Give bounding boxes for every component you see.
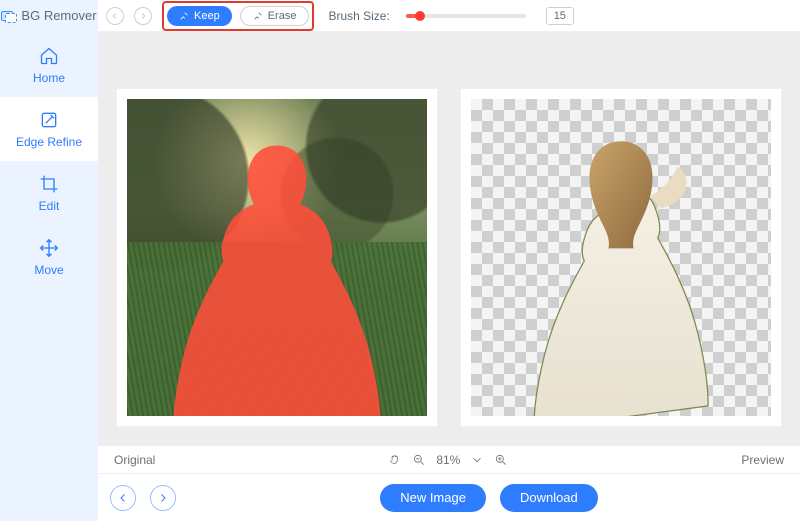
zoom-out-icon[interactable] — [412, 453, 426, 467]
footer: New Image Download — [98, 473, 800, 521]
keep-mask-overlay — [172, 112, 382, 416]
footer-actions: New Image Download — [190, 484, 788, 512]
workspace — [98, 32, 800, 445]
sidebar-item-label: Move — [34, 263, 63, 277]
move-icon — [38, 237, 60, 259]
app-title: BG Remover — [21, 8, 96, 23]
crop-icon — [38, 173, 60, 195]
keep-label: Keep — [194, 10, 220, 22]
brush-keep-icon — [179, 11, 189, 21]
sidebar-item-move[interactable]: Move — [0, 225, 98, 289]
sidebar-item-edit[interactable]: Edit — [0, 161, 98, 225]
brush-size-value[interactable]: 15 — [546, 7, 574, 25]
chevron-down-icon[interactable] — [470, 453, 484, 467]
prev-image-button[interactable] — [110, 485, 136, 511]
app-root: BG Remover Home Edge Refine Edit Move — [0, 0, 800, 521]
main: Keep Erase Brush Size: 15 — [98, 0, 800, 521]
brush-size-label: Brush Size: — [328, 9, 389, 23]
cutout-person — [516, 112, 726, 416]
download-label: Download — [520, 490, 578, 505]
new-image-button[interactable]: New Image — [380, 484, 486, 512]
undo-button[interactable] — [106, 7, 124, 25]
sidebar-item-label: Edge Refine — [16, 135, 82, 149]
toolbar: Keep Erase Brush Size: 15 — [98, 0, 800, 32]
app-logo: BG Remover — [0, 4, 98, 33]
erase-label: Erase — [268, 10, 297, 22]
highlight-keep-erase-box: Keep Erase — [162, 1, 314, 31]
eraser-icon — [253, 11, 263, 21]
sidebar-item-edge-refine[interactable]: Edge Refine — [0, 97, 98, 161]
sidebar-item-label: Edit — [39, 199, 60, 213]
keep-button[interactable]: Keep — [167, 6, 232, 26]
zoom-in-icon[interactable] — [494, 453, 508, 467]
original-label: Original — [114, 453, 155, 467]
new-image-label: New Image — [400, 490, 466, 505]
download-button[interactable]: Download — [500, 484, 598, 512]
brush-size-slider[interactable] — [406, 14, 526, 18]
bg-remover-logo-icon — [1, 9, 17, 23]
sidebar: BG Remover Home Edge Refine Edit Move — [0, 0, 98, 521]
sidebar-item-label: Home — [33, 71, 65, 85]
hand-pan-icon[interactable] — [388, 453, 402, 467]
erase-button[interactable]: Erase — [240, 6, 310, 26]
original-image[interactable] — [127, 99, 427, 416]
redo-button[interactable] — [134, 7, 152, 25]
home-icon — [38, 45, 60, 67]
preview-panel — [460, 88, 782, 427]
original-panel — [116, 88, 438, 427]
status-bar: Original 81% Preview — [98, 445, 800, 473]
edge-refine-icon — [38, 109, 60, 131]
preview-label: Preview — [741, 453, 784, 467]
zoom-value: 81% — [436, 453, 460, 467]
sidebar-item-home[interactable]: Home — [0, 33, 98, 97]
preview-image[interactable] — [471, 99, 771, 416]
status-mid: 81% — [155, 453, 741, 467]
slider-knob[interactable] — [415, 11, 425, 21]
next-image-button[interactable] — [150, 485, 176, 511]
